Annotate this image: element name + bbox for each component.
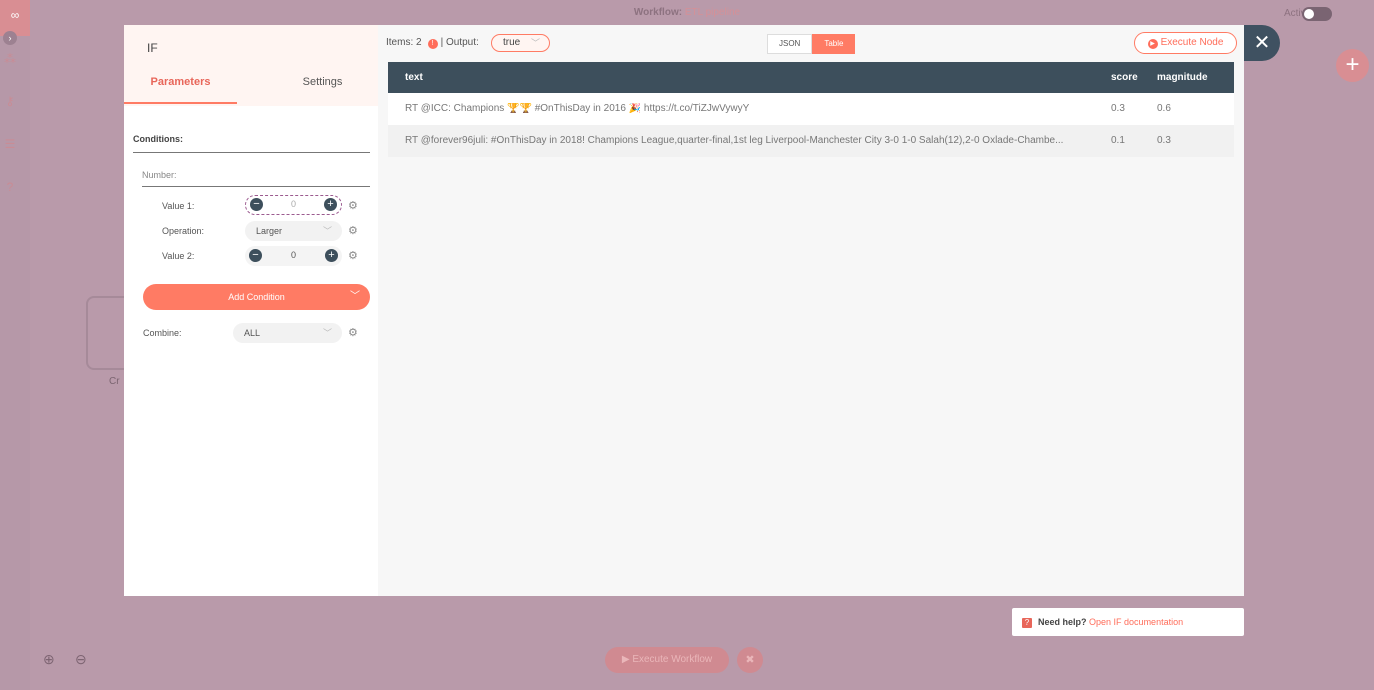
- active-toggle[interactable]: [1302, 7, 1332, 21]
- node-header: IF Parameters Settings: [124, 25, 378, 106]
- value1-input[interactable]: − 0 +: [245, 195, 342, 215]
- execute-workflow-label: Execute Workflow: [632, 654, 713, 665]
- zoom-in-icon[interactable]: ⊕: [43, 651, 55, 668]
- chevron-down-icon: ﹀: [322, 328, 332, 338]
- node-title[interactable]: IF: [147, 41, 158, 55]
- active-tab-indicator: [124, 102, 237, 104]
- chevron-down-icon: ﹀: [530, 38, 540, 48]
- operation-select[interactable]: Larger ﹀: [245, 221, 342, 241]
- need-help-label: Need help?: [1038, 617, 1087, 627]
- cell-magnitude: 0.3: [1157, 135, 1171, 146]
- workflow-node-label: Cr: [109, 376, 120, 387]
- column-header-magnitude: magnitude: [1157, 72, 1208, 83]
- combine-select[interactable]: ALL ﹀: [233, 323, 342, 343]
- value2-increment-icon[interactable]: +: [325, 249, 338, 262]
- value2-input[interactable]: − 0 +: [245, 246, 342, 266]
- value1-increment-icon[interactable]: +: [324, 198, 337, 211]
- conditions-divider: [133, 152, 370, 153]
- operation-value: Larger: [256, 226, 283, 236]
- conditions-label: Conditions:: [133, 134, 183, 144]
- execute-workflow-button[interactable]: ▶ Execute Workflow: [605, 647, 729, 673]
- help-icon[interactable]: ?: [0, 180, 20, 194]
- value2-decrement-icon[interactable]: −: [249, 249, 262, 262]
- number-divider: [142, 186, 370, 187]
- close-modal-button[interactable]: ✕: [1244, 25, 1280, 61]
- documentation-link[interactable]: Open IF documentation: [1089, 617, 1183, 627]
- chevron-down-icon: ﹀: [322, 226, 332, 236]
- value2-label: Value 2:: [162, 251, 195, 261]
- play-icon: ▶: [1147, 39, 1158, 49]
- help-box: ? Need help? Open IF documentation: [1012, 608, 1244, 636]
- execute-node-label: Execute Node: [1160, 37, 1224, 48]
- output-label: | Output:: [440, 37, 479, 48]
- key-icon[interactable]: ⚷: [0, 94, 20, 108]
- chevron-down-icon: ﹀: [350, 291, 360, 302]
- output-panel: Items: 2! | Output: true ﹀ JSON Table ▶ Ex…: [378, 25, 1244, 596]
- value1-value: 0: [290, 199, 296, 209]
- workflow-title-prefix: Workflow:: [633, 7, 683, 18]
- table-header: text score magnitude: [388, 62, 1234, 93]
- delete-workflow-button[interactable]: ✖: [737, 647, 763, 673]
- cell-score: 0.1: [1111, 135, 1125, 146]
- combine-value: ALL: [244, 328, 261, 338]
- node-details-modal: IF Parameters Settings Conditions: Numbe…: [124, 25, 1244, 596]
- trash-icon: ✖: [745, 654, 755, 666]
- logo-icon[interactable]: ∞: [0, 0, 30, 36]
- tab-settings[interactable]: Settings: [266, 76, 379, 88]
- close-icon: ✕: [1253, 32, 1271, 54]
- add-condition-label: Add Condition: [228, 292, 285, 302]
- value1-gear-icon[interactable]: ⚙: [348, 199, 358, 212]
- table-row: RT @ICC: Champions 🏆🏆 #OnThisDay in 2016…: [388, 93, 1234, 125]
- column-header-score: score: [1111, 72, 1138, 83]
- combine-gear-icon[interactable]: ⚙: [348, 326, 358, 339]
- items-info: Items: 2! | Output:: [386, 37, 479, 49]
- sidebar-expand-icon[interactable]: ›: [3, 31, 17, 45]
- table-row: RT @forever96juli: #OnThisDay in 2018! C…: [388, 125, 1234, 157]
- add-condition-button[interactable]: Add Condition ﹀: [143, 284, 370, 310]
- main-sidebar: ∞ › ⁂ ⚷ ☰ ?: [0, 0, 30, 690]
- network-icon[interactable]: ⁂: [0, 52, 20, 66]
- combine-label: Combine:: [143, 328, 182, 338]
- value1-label: Value 1:: [162, 201, 195, 211]
- output-table: text score magnitude RT @ICC: Champions …: [388, 62, 1234, 157]
- add-node-button[interactable]: +: [1336, 49, 1369, 82]
- output-value: true: [503, 37, 521, 48]
- list-icon[interactable]: ☰: [0, 137, 20, 151]
- view-json-button[interactable]: JSON: [767, 34, 813, 54]
- operation-label: Operation:: [162, 226, 205, 236]
- cell-magnitude: 0.6: [1157, 103, 1171, 114]
- cell-text: RT @ICC: Champions 🏆🏆 #OnThisDay in 2016…: [405, 103, 750, 114]
- column-header-text: text: [405, 72, 423, 83]
- zoom-out-icon[interactable]: ⊖: [75, 651, 87, 668]
- cell-text: RT @forever96juli: #OnThisDay in 2018! C…: [405, 135, 1064, 146]
- view-table-button[interactable]: Table: [812, 34, 856, 54]
- question-icon: ?: [1022, 618, 1032, 628]
- output-select[interactable]: true ﹀: [491, 34, 550, 52]
- tab-parameters[interactable]: Parameters: [124, 76, 237, 88]
- workflow-name[interactable]: ETL pipeline: [685, 7, 740, 18]
- items-count: Items: 2: [386, 37, 422, 48]
- warning-icon[interactable]: !: [427, 39, 438, 49]
- view-toggle: JSON Table: [767, 34, 856, 54]
- value2-gear-icon[interactable]: ⚙: [348, 249, 358, 262]
- operation-gear-icon[interactable]: ⚙: [348, 224, 358, 237]
- value2-value: 0: [290, 250, 296, 260]
- cell-score: 0.3: [1111, 103, 1125, 114]
- number-label: Number:: [142, 170, 177, 180]
- value1-decrement-icon[interactable]: −: [250, 198, 263, 211]
- parameters-panel: IF Parameters Settings Conditions: Numbe…: [124, 25, 378, 596]
- workflow-title: Workflow: ETL pipeline: [0, 7, 1374, 18]
- execute-node-button[interactable]: ▶ Execute Node: [1134, 32, 1237, 54]
